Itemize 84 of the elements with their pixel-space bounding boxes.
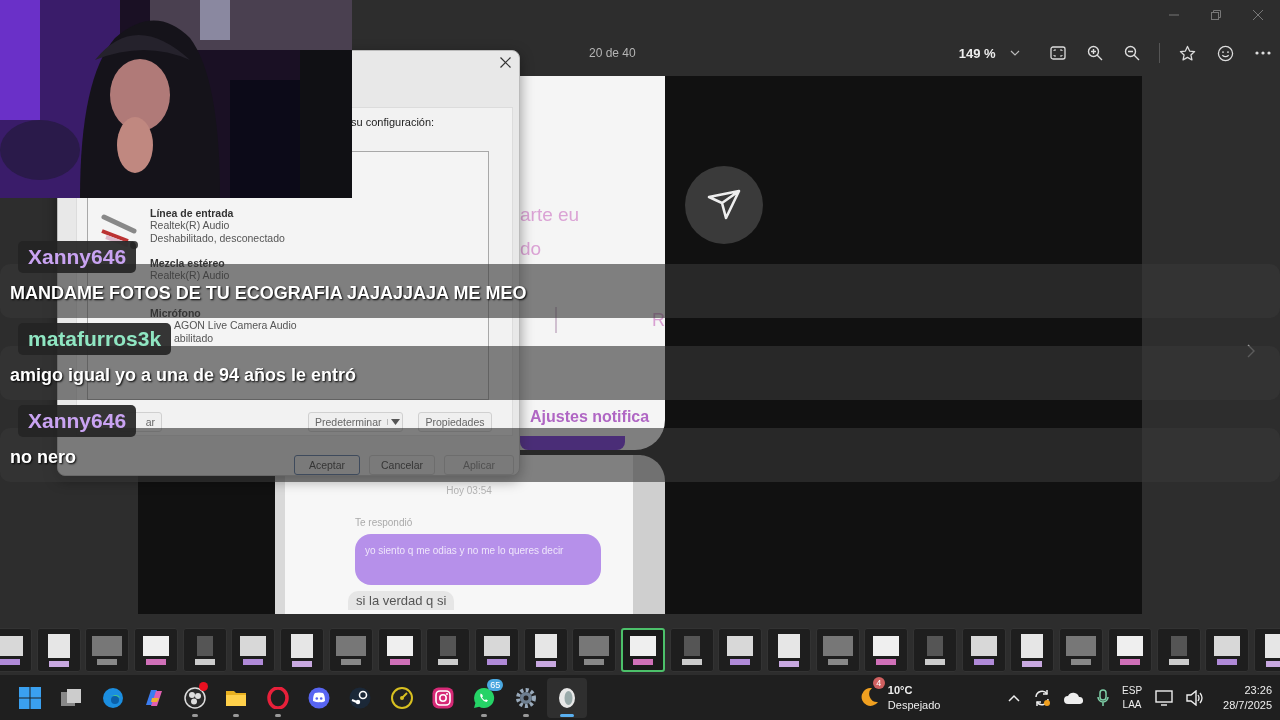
temperature: 10°C [887,682,914,698]
message-bubble: yo siento q me odias y no me lo queres decir [355,534,601,585]
controller-face-icon [308,686,331,709]
chevron-down-icon [1009,50,1020,56]
device-name: Línea de entrada [150,206,235,220]
weather-badge: 4 [872,676,885,689]
thumbnail[interactable] [474,628,519,672]
zoom-out-icon[interactable] [1123,45,1140,61]
thumbnail[interactable] [134,628,179,672]
timestamp: Hoy 03:54 [446,485,492,496]
gear-icon [514,686,537,709]
microphone-icon[interactable] [1097,688,1110,707]
dialog-button[interactable]: Propiedades [418,411,492,432]
fit-screen-icon[interactable] [1049,46,1066,60]
taskbar-app[interactable] [546,677,587,718]
thumbnail[interactable] [36,628,81,672]
thumbnail[interactable] [864,628,909,672]
thumbnail[interactable] [572,628,617,672]
message-bubble: si la verdad q si [348,591,455,610]
four-squares-icon [19,686,41,709]
language-indicator[interactable]: ESP LAA [1122,683,1143,712]
zoom-dropdown[interactable]: 149 % [954,41,1024,65]
maximize-icon[interactable] [1211,10,1221,20]
chat-username-toast: matafurros3k [18,323,172,355]
screenshot-text: do [520,237,543,261]
three-circles-icon [184,686,207,709]
thumbnail[interactable] [231,628,276,672]
network-icon[interactable] [1155,689,1174,706]
device-detail: abilitado [174,331,215,345]
ring-icon [266,686,289,709]
star-icon[interactable] [1178,44,1196,62]
thumbnail[interactable] [1059,628,1104,672]
thumbnail[interactable] [1205,628,1250,672]
gauge-icon [390,686,413,709]
thumbnail[interactable] [523,628,568,672]
thumbnail[interactable] [669,628,714,672]
thumbnail[interactable] [280,628,325,672]
chat-message: no nero [10,446,76,468]
phone-bubble-icon [473,686,496,709]
thumbnail[interactable] [961,628,1006,672]
thumbnail[interactable] [1156,628,1201,672]
speaker-icon[interactable] [1186,689,1205,706]
smiley-icon[interactable] [1216,44,1234,62]
instruction-text: su configuración: [351,115,436,130]
thumbnail[interactable] [426,628,471,672]
clock[interactable]: 23:26 28/7/2025 [1223,682,1272,713]
more-icon[interactable] [1254,51,1271,55]
thumbnail[interactable] [913,628,958,672]
screenshot-text: arte eu [520,203,581,227]
thumbnail[interactable] [815,628,860,672]
device-name: Micrófono [150,306,202,320]
zoom-in-icon[interactable] [1086,45,1103,61]
device-detail: Deshabilitado, desconectado [150,231,285,245]
thumbnail[interactable] [377,628,422,672]
send-icon [707,189,741,221]
dialog-button[interactable]: Predeterminar [308,411,403,432]
weather-condition: Despejado [887,697,941,713]
caret-icon [390,418,400,425]
chevron-up-icon[interactable] [1008,693,1021,702]
reply-label: Te respondió [355,517,413,528]
chat-username-toast: Xanny646 [18,241,137,273]
thumbnail[interactable] [1107,628,1152,672]
thumbnail[interactable] [620,628,665,672]
thumbnail[interactable] [328,628,373,672]
thumbnail[interactable] [767,628,811,672]
thumbnail[interactable] [1010,628,1055,672]
close-icon[interactable] [500,57,511,69]
cloud-icon[interactable] [1064,691,1085,704]
dialog-button[interactable]: Aceptar [294,455,360,475]
stacked-windows-icon [60,686,83,709]
thumbnail[interactable] [0,628,32,672]
dialog-button[interactable]: Cancelar [369,455,435,475]
device-detail: Realtek(R) Audio [150,269,230,282]
image-counter: 20 de 40 [589,46,636,60]
device-detail: AGON Live Camera Audio [174,319,297,332]
chat-username-toast: Xanny646 [18,405,137,437]
thumbnail[interactable] [182,628,227,672]
swirl-icon [101,686,124,709]
thumbnail[interactable] [85,628,130,672]
thumbnail[interactable] [718,628,763,672]
device-detail: Realtek(R) Audio [150,219,231,232]
sync-icon[interactable] [1033,688,1052,707]
notification-badge: 65 [487,678,504,691]
camera-icon [431,686,454,709]
